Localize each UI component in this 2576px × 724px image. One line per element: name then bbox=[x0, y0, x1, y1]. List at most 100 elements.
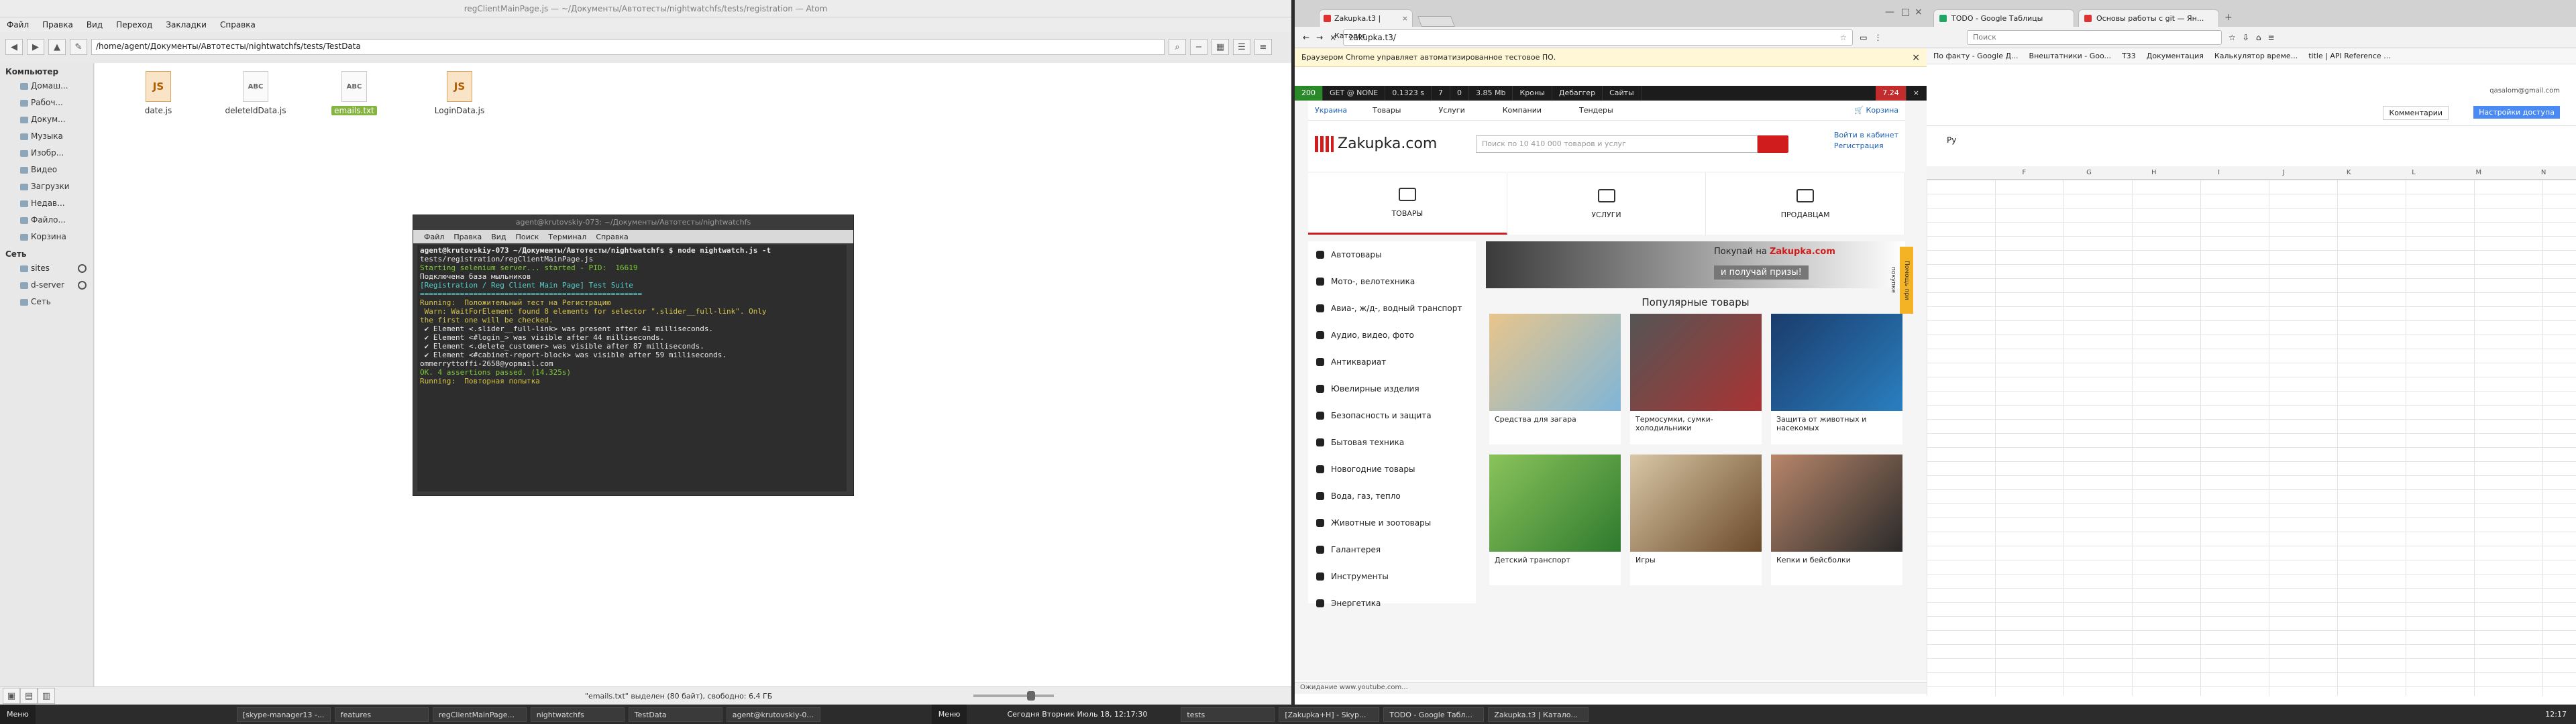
terminal-toggle-icon[interactable]: ▥ bbox=[38, 688, 55, 704]
debug-close-icon[interactable]: × bbox=[1907, 86, 1927, 101]
column-header[interactable]: J bbox=[2251, 166, 2316, 179]
task-testdata[interactable]: TestData bbox=[628, 707, 722, 722]
sidebar-item-desktop[interactable]: Рабоч... bbox=[0, 95, 93, 111]
sidebar-item-sites[interactable]: sites bbox=[0, 260, 93, 277]
new-tab-button[interactable] bbox=[1417, 16, 1455, 27]
category-item[interactable]: Галантерея bbox=[1308, 536, 1476, 563]
sidebar-item-pictures[interactable]: Изобр... bbox=[0, 145, 93, 162]
category-item[interactable]: Энергетика bbox=[1308, 590, 1476, 617]
sidebar-item-home[interactable]: Домаш... bbox=[0, 78, 93, 95]
column-header[interactable]: M bbox=[2446, 166, 2511, 179]
bookmark-item[interactable]: По факту - Google Д... bbox=[1933, 52, 2019, 60]
menu-view[interactable]: Вид bbox=[87, 20, 103, 29]
sidebar-section-computer[interactable]: Компьютер bbox=[0, 63, 93, 78]
forward-icon[interactable]: → bbox=[1316, 33, 1323, 42]
debug-cache[interactable]: 0 bbox=[1450, 86, 1469, 101]
bookmark-item[interactable]: Внештатники - Goo... bbox=[2029, 52, 2112, 60]
cart-link[interactable]: 🛒 Корзина bbox=[1854, 106, 1905, 115]
debug-sites[interactable]: Сайты bbox=[1603, 86, 1642, 101]
download-icon[interactable]: ⇩ bbox=[2243, 33, 2249, 42]
file-item[interactable]: ABC deleteIdData.js bbox=[215, 71, 296, 115]
file-item[interactable]: JS LoginData.js bbox=[419, 71, 500, 115]
forward-icon[interactable]: ▶ bbox=[27, 39, 44, 55]
register-link[interactable]: Регистрация bbox=[1834, 141, 1898, 152]
task-nightwatchfs[interactable]: nightwatchfs bbox=[530, 707, 625, 722]
date-time[interactable]: Сегодня Вторник Июль 18, 12:17:30 bbox=[1007, 710, 1147, 719]
column-header[interactable]: N bbox=[2511, 166, 2576, 179]
zoom-slider-handle[interactable] bbox=[1027, 691, 1036, 701]
task-terminal[interactable]: agent@krutovskiy-0... bbox=[726, 707, 820, 722]
search-input[interactable]: Поиск bbox=[1967, 29, 2222, 45]
terminal-menu-edit[interactable]: Правка bbox=[453, 233, 482, 241]
category-item[interactable]: Автотовары bbox=[1308, 241, 1476, 268]
debug-request[interactable]: GET @ NONE bbox=[1323, 86, 1386, 101]
terminal-menu-help[interactable]: Справка bbox=[596, 233, 628, 241]
menu-icon[interactable]: ≡ bbox=[2267, 33, 2274, 42]
column-header[interactable]: F bbox=[1992, 166, 2057, 179]
sidebar-item-network[interactable]: Сеть bbox=[0, 294, 93, 310]
card-goods[interactable]: ТОВАРЫ bbox=[1308, 173, 1507, 235]
category-item[interactable]: Бытовая техника bbox=[1308, 429, 1476, 456]
places-icon[interactable]: ▣ bbox=[3, 688, 20, 704]
card-sellers[interactable]: ПРОДАВЦАМ bbox=[1706, 173, 1906, 235]
user-email[interactable]: qasalom@gmail.com bbox=[2489, 87, 2560, 95]
debug-memory[interactable]: 3.85 Mb bbox=[1469, 86, 1513, 101]
task-atom[interactable]: regClientMainPage... bbox=[432, 707, 527, 722]
eject-icon[interactable] bbox=[78, 264, 87, 273]
menu-help[interactable]: Справка bbox=[220, 20, 256, 29]
sidebar-item-recent[interactable]: Недав... bbox=[0, 195, 93, 212]
search-input[interactable]: Поиск по 10 410 000 товаров и услуг bbox=[1476, 135, 1758, 153]
location-input[interactable]: /home/agent/Документы/Автотесты/nightwat… bbox=[91, 39, 1165, 55]
close-infobar-icon[interactable]: × bbox=[1912, 52, 1920, 63]
back-icon[interactable]: ◀ bbox=[5, 39, 23, 55]
toggle-path-icon[interactable]: ✎ bbox=[70, 39, 87, 55]
back-icon[interactable]: ← bbox=[1303, 33, 1309, 42]
search-button[interactable] bbox=[1758, 135, 1788, 153]
category-item[interactable]: Авиа-, ж/д-, водный транспорт bbox=[1308, 295, 1476, 322]
menu-icon[interactable]: ⋮ bbox=[1874, 33, 1882, 42]
font-select[interactable]: Ру bbox=[1947, 135, 1956, 145]
column-header[interactable]: G bbox=[2057, 166, 2122, 179]
sidebar-item-downloads[interactable]: Загрузки bbox=[0, 178, 93, 195]
category-item[interactable]: Безопасность и защита bbox=[1308, 402, 1476, 429]
menu-file[interactable]: Файл bbox=[7, 20, 29, 29]
home-icon[interactable]: ⌂ bbox=[2256, 33, 2261, 42]
sidebar-item-videos[interactable]: Видео bbox=[0, 162, 93, 178]
terminal-menu-search[interactable]: Поиск bbox=[516, 233, 539, 241]
maximize-icon[interactable]: □ bbox=[1901, 7, 1910, 17]
task-sheets[interactable]: TODO - Google Табл... bbox=[1383, 707, 1485, 722]
terminal-menu-view[interactable]: Вид bbox=[491, 233, 506, 241]
category-item[interactable]: Антиквариат bbox=[1308, 349, 1476, 375]
category-item[interactable]: Инструменты bbox=[1308, 563, 1476, 590]
task-skype-manager[interactable]: [skype-manager13 -... bbox=[236, 707, 331, 722]
debug-queries[interactable]: 7 bbox=[1432, 86, 1450, 101]
column-header[interactable] bbox=[1927, 166, 1992, 179]
product-card[interactable]: Защита от животных и насекомых bbox=[1771, 314, 1902, 444]
nav-companies[interactable]: Компании bbox=[1484, 106, 1560, 115]
minimize-icon[interactable]: — bbox=[1885, 7, 1894, 17]
terminal-output[interactable]: agent@krutovskiy-073 ~/Документы/Автотес… bbox=[417, 245, 847, 491]
sidebar-item-d-server[interactable]: d-server bbox=[0, 277, 93, 294]
terminal-menu-file[interactable]: Файл bbox=[424, 233, 444, 241]
sidebar-item-music[interactable]: Музыка bbox=[0, 128, 93, 145]
login-link[interactable]: Войти в кабинет bbox=[1834, 130, 1898, 141]
promo-banner[interactable]: Покупай на Zakupka.com и получай призы! bbox=[1486, 241, 1905, 288]
terminal-menu-terminal[interactable]: Терминал bbox=[548, 233, 586, 241]
bookmark-item[interactable]: T33 bbox=[2122, 52, 2136, 60]
product-card[interactable]: Кепки и бейсболки bbox=[1771, 455, 1902, 585]
column-header[interactable]: I bbox=[2186, 166, 2251, 179]
bookmark-item[interactable]: title | API Reference ... bbox=[2308, 52, 2390, 60]
menu-edit[interactable]: Правка bbox=[42, 20, 73, 29]
close-window-icon[interactable]: × bbox=[1915, 7, 1923, 17]
tree-icon[interactable]: ▤ bbox=[20, 688, 38, 704]
column-header[interactable]: K bbox=[2316, 166, 2381, 179]
share-button[interactable]: Настройки доступа bbox=[2473, 106, 2560, 119]
nav-tenders[interactable]: Тендеры bbox=[1560, 106, 1632, 115]
category-item[interactable]: Аудио, видео, фото bbox=[1308, 322, 1476, 349]
column-header[interactable]: H bbox=[2121, 166, 2186, 179]
file-item-selected[interactable]: ABC emails.txt bbox=[314, 71, 394, 115]
bookmark-star-icon[interactable]: ☆ bbox=[1839, 33, 1847, 42]
product-card[interactable]: Средства для загара bbox=[1489, 314, 1621, 444]
menu-bookmarks[interactable]: Закладки bbox=[166, 20, 207, 29]
category-item[interactable]: Вода, газ, тепло bbox=[1308, 483, 1476, 509]
